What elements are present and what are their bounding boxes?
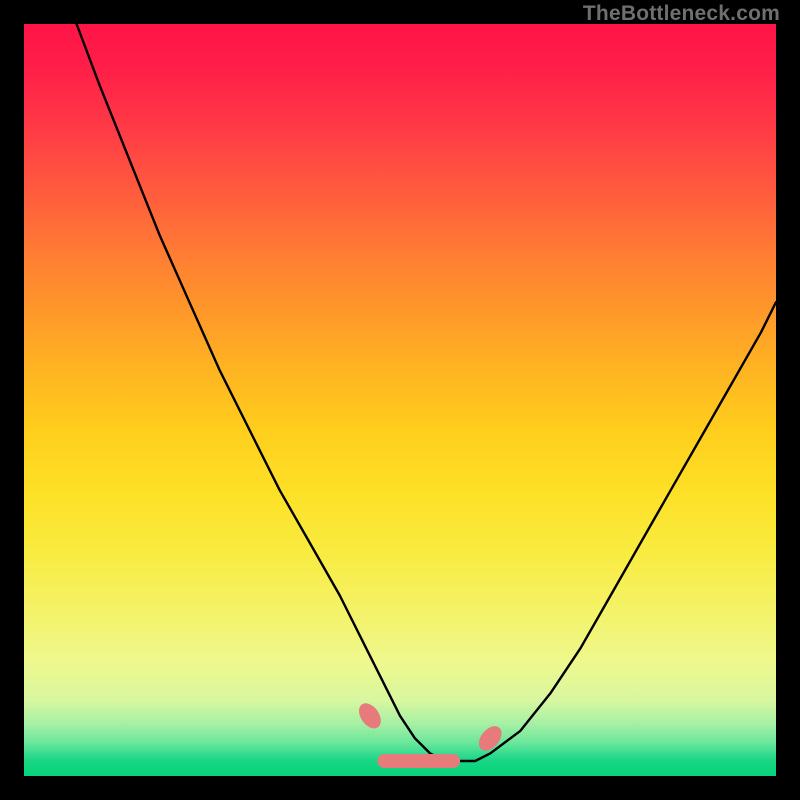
bottleneck-curve bbox=[77, 24, 776, 761]
chart-frame: TheBottleneck.com bbox=[0, 0, 800, 800]
chart-svg bbox=[24, 24, 776, 776]
marker-bottom-segment bbox=[377, 754, 460, 768]
marker-left-blob bbox=[355, 699, 386, 732]
marker-right-blob bbox=[474, 722, 506, 755]
watermark-text: TheBottleneck.com bbox=[583, 2, 780, 26]
plot-area bbox=[24, 24, 776, 776]
